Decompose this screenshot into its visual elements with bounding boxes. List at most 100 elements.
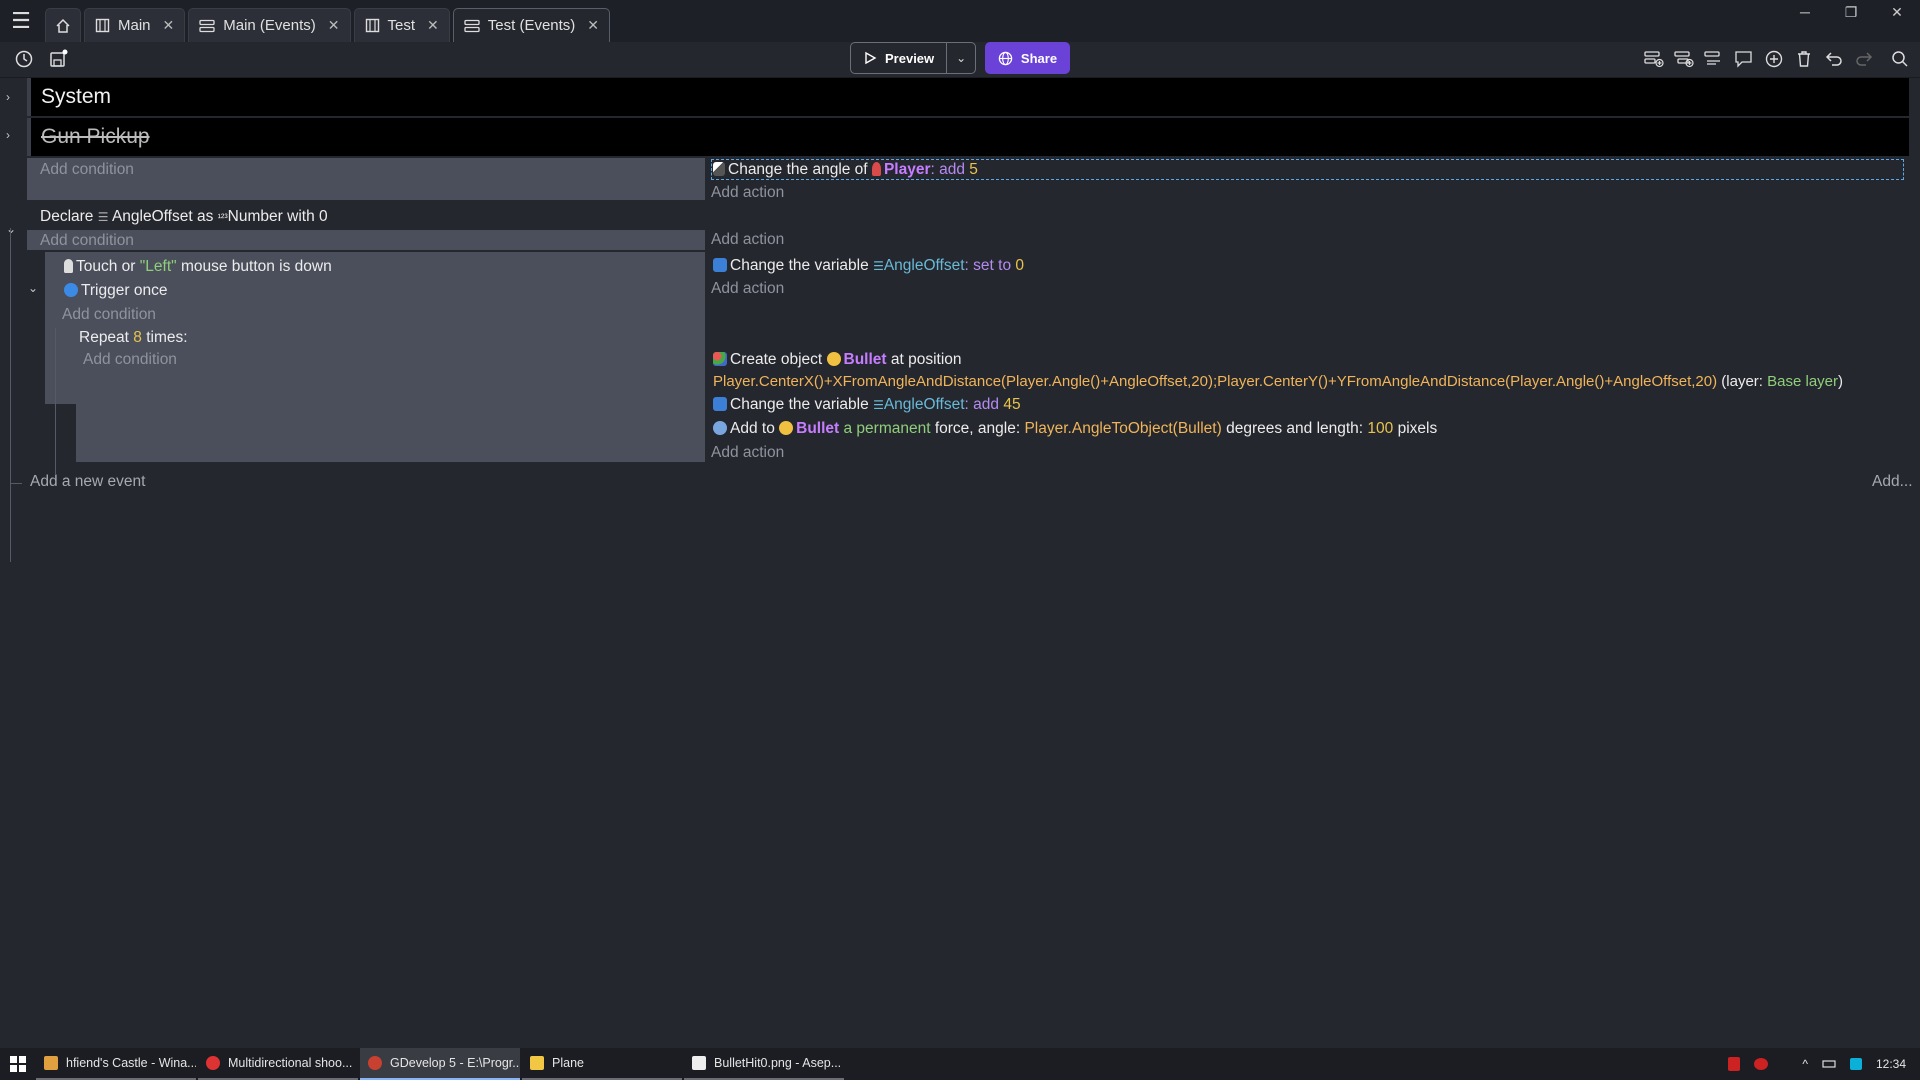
action-text: degrees and length:: [1226, 420, 1364, 437]
menu-icon[interactable]: ☰: [0, 0, 42, 42]
close-icon[interactable]: ✕: [587, 17, 599, 34]
tab-home[interactable]: [45, 8, 81, 42]
taskbar-item[interactable]: Plane: [522, 1048, 682, 1080]
globe-icon: [998, 51, 1013, 65]
type-text: Number: [227, 208, 283, 225]
network-icon[interactable]: [1822, 1058, 1836, 1070]
close-icon[interactable]: ✕: [163, 17, 175, 34]
chevron-up-icon[interactable]: ^: [1802, 1057, 1808, 1071]
add-more-button[interactable]: Add...: [1872, 473, 1913, 491]
preview-group: Preview ⌄: [850, 42, 977, 74]
action-text: Add to: [730, 420, 775, 437]
taskbar-item[interactable]: BulletHit0.png - Asep...: [684, 1048, 844, 1080]
add-action-link[interactable]: Add action: [711, 231, 784, 249]
history-icon[interactable]: [12, 47, 36, 71]
variable-icon: ☰: [873, 259, 884, 273]
tray-app-icon[interactable]: [1754, 1058, 1769, 1070]
action-text: Change the variable: [730, 257, 869, 274]
clock[interactable]: 12:34: [1876, 1057, 1906, 1071]
chevron-right-icon[interactable]: ›: [6, 90, 10, 104]
app-icon: [44, 1056, 58, 1070]
taskbar-item[interactable]: hfiend's Castle - Wina...: [36, 1048, 196, 1080]
angle-icon: [713, 162, 725, 176]
variable-declaration[interactable]: Declare ☰ AngleOffset as ¹²³Number with …: [40, 208, 328, 226]
add-condition-link[interactable]: Add condition: [40, 161, 134, 179]
add-action-link[interactable]: Add action: [711, 184, 784, 202]
title-bar: ☰ Main ✕ Main (Events) ✕ Test ✕ Test (Ev…: [0, 0, 1920, 42]
action-text: at position: [890, 351, 962, 368]
operator-text: : add: [930, 161, 965, 178]
add-condition-link[interactable]: Add condition: [83, 351, 177, 369]
events-icon: [199, 19, 215, 32]
tab-test-events[interactable]: Test (Events) ✕: [452, 8, 611, 42]
add-condition-link[interactable]: Add condition: [62, 306, 156, 324]
group-title: Gun Pickup: [41, 125, 150, 148]
opera-icon: [206, 1056, 220, 1070]
repeat-count: 8: [133, 329, 142, 346]
action-text: pixels: [1397, 420, 1438, 437]
tray-app-icon[interactable]: [1728, 1057, 1741, 1071]
tab-main-events[interactable]: Main (Events) ✕: [188, 8, 351, 42]
taskbar-item[interactable]: GDevelop 5 - E:\Progr...: [360, 1048, 520, 1080]
minimize-icon[interactable]: ─: [1782, 0, 1828, 24]
add-subevent-icon[interactable]: [1672, 47, 1696, 71]
add-new-event-link[interactable]: Add a new event: [30, 473, 145, 491]
tree-line: [55, 328, 56, 474]
with-text: with: [287, 208, 315, 225]
close-window-icon[interactable]: ✕: [1874, 0, 1920, 24]
action-create-object[interactable]: Create object Bullet at position: [713, 351, 962, 369]
trigger-once-icon: [64, 283, 78, 297]
condition-touch-mouse[interactable]: Touch or "Left" mouse button is down: [64, 258, 332, 276]
value-text: 0: [1015, 257, 1025, 274]
close-icon[interactable]: ✕: [328, 17, 340, 34]
event-group-system[interactable]: System: [27, 78, 1909, 116]
windows-start-icon[interactable]: [0, 1048, 36, 1080]
group-title: System: [41, 85, 112, 108]
redo-icon[interactable]: [1852, 47, 1876, 71]
preview-button[interactable]: Preview: [851, 43, 948, 73]
repeat-header[interactable]: Repeat 8 times:: [79, 329, 188, 347]
value-text: 100: [1367, 420, 1394, 437]
action-change-variable[interactable]: Change the variable ☰AngleOffset: set to…: [713, 257, 1024, 275]
add-event-icon[interactable]: [1642, 47, 1666, 71]
tab-label: Main: [118, 17, 151, 34]
event-group-gun-pickup[interactable]: Gun Pickup: [27, 118, 1909, 156]
tree-line: [10, 228, 11, 562]
initial-value: 0: [319, 208, 328, 225]
tab-label: Test: [387, 17, 416, 34]
close-icon[interactable]: ✕: [427, 17, 439, 34]
delete-icon[interactable]: [1792, 47, 1816, 71]
tab-main[interactable]: Main ✕: [84, 8, 186, 42]
tree-line: [10, 483, 22, 484]
add-circle-icon[interactable]: [1762, 47, 1786, 71]
taskbar-item[interactable]: Multidirectional shoo...: [198, 1048, 358, 1080]
condition-trigger-once[interactable]: Trigger once: [64, 282, 167, 300]
chevron-down-icon[interactable]: ⌄: [947, 43, 975, 73]
chevron-right-icon[interactable]: ›: [6, 128, 10, 142]
tab-test[interactable]: Test ✕: [353, 8, 450, 42]
share-button[interactable]: Share: [985, 42, 1070, 74]
search-icon[interactable]: [1888, 47, 1912, 71]
action-text: Change the angle of: [728, 161, 868, 178]
chevron-down-icon[interactable]: ⌄: [6, 222, 16, 236]
window-controls: ─ ❐ ✕: [1782, 0, 1920, 24]
undo-icon[interactable]: [1822, 47, 1846, 71]
add-action-link[interactable]: Add action: [711, 280, 784, 298]
save-icon[interactable]: [46, 47, 70, 71]
add-action-link[interactable]: Add action: [711, 444, 784, 462]
repeat-text: Repeat: [79, 329, 129, 346]
action-add-force[interactable]: Add to Bullet a permanent force, angle: …: [713, 420, 1437, 438]
add-variable-icon[interactable]: [1702, 47, 1726, 71]
tray-app-icon[interactable]: [1849, 1058, 1862, 1070]
chevron-down-icon[interactable]: ⌄: [28, 281, 38, 295]
add-condition-link[interactable]: Add condition: [40, 232, 134, 250]
operator-text: : set to: [964, 257, 1012, 274]
restore-icon[interactable]: ❐: [1828, 0, 1874, 24]
events-sheet: › System › Gun Pickup Add condition Chan…: [0, 78, 1920, 1048]
action-change-angle[interactable]: Change the angle of Player: add 5: [713, 161, 978, 179]
action-change-variable[interactable]: Change the variable ☰AngleOffset: add 45: [713, 396, 1021, 414]
add-comment-icon[interactable]: [1732, 47, 1756, 71]
toolbar: Preview ⌄ Share: [0, 42, 1920, 78]
variable-name: AngleOffset: [883, 396, 965, 413]
object-name: Player: [883, 161, 931, 178]
